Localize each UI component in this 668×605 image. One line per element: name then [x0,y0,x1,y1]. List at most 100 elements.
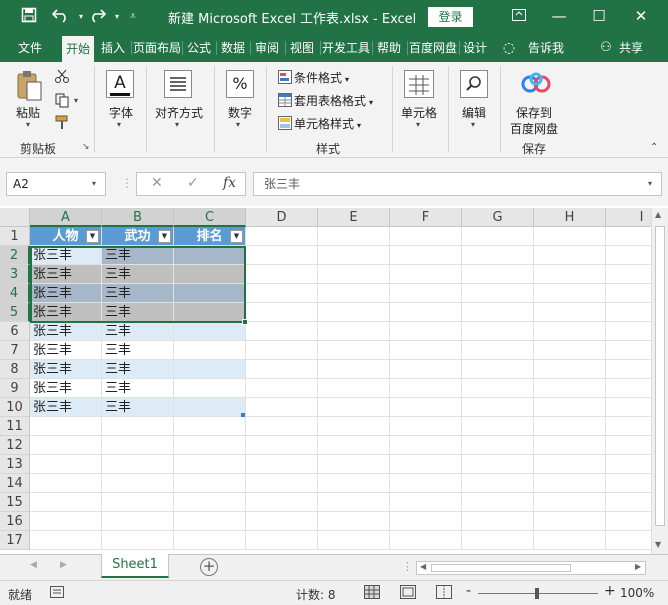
table-cell[interactable] [174,246,246,265]
empty-cell[interactable] [390,360,462,379]
table-cell[interactable]: 三丰 [102,379,174,398]
cut-icon[interactable] [54,68,70,87]
empty-cell[interactable] [462,246,534,265]
table-header-cell[interactable]: 武功 ▼ [102,227,174,246]
ribbon-display-options-icon[interactable] [504,5,534,27]
empty-cell[interactable] [390,341,462,360]
select-all-corner[interactable] [0,208,30,227]
sheet-scroll-left-icon[interactable]: ◀ [30,560,37,570]
empty-cell[interactable] [246,417,318,436]
login-button[interactable]: 登录 [428,7,473,27]
zoom-slider-knob[interactable] [535,588,539,599]
expand-formula-bar-icon[interactable]: ▾ [648,172,652,196]
empty-cell[interactable] [174,417,246,436]
table-cell[interactable] [174,398,246,417]
empty-cell[interactable] [318,455,390,474]
empty-cell[interactable] [246,493,318,512]
row-header-3[interactable]: 3 [0,265,30,284]
empty-cell[interactable] [462,341,534,360]
column-header-d[interactable]: D [246,208,318,227]
row-header-6[interactable]: 6 [0,322,30,341]
fill-handle[interactable] [242,319,248,325]
sheet-tab-sheet1[interactable]: Sheet1 [101,554,169,578]
empty-cell[interactable] [102,493,174,512]
maximize-icon[interactable]: ☐ [584,5,614,27]
empty-cell[interactable] [390,379,462,398]
empty-cell[interactable] [390,531,462,550]
row-header-4[interactable]: 4 [0,284,30,303]
empty-cell[interactable] [30,474,102,493]
empty-cell[interactable] [318,512,390,531]
empty-cell[interactable] [462,398,534,417]
empty-cell[interactable] [462,284,534,303]
row-header-10[interactable]: 10 [0,398,30,417]
filter-dropdown-icon[interactable]: ▼ [86,230,99,243]
tab-page-layout[interactable]: 页面布局 [133,34,181,62]
page-break-preview-icon[interactable] [436,585,452,602]
column-header-c[interactable]: C [174,208,246,227]
empty-cell[interactable] [318,246,390,265]
table-cell[interactable]: 三丰 [102,246,174,265]
empty-cell[interactable] [318,436,390,455]
search-icon[interactable] [460,70,488,98]
empty-cell[interactable] [30,493,102,512]
undo-icon[interactable] [50,7,72,27]
alignment-label[interactable]: 对齐方式 [155,104,203,121]
save-to-label-line1[interactable]: 保存到 [516,104,552,121]
row-header-15[interactable]: 15 [0,493,30,512]
empty-cell[interactable] [534,265,606,284]
row-header-12[interactable]: 12 [0,436,30,455]
row-header-9[interactable]: 9 [0,379,30,398]
add-sheet-button[interactable]: + [200,558,218,576]
empty-cell[interactable] [534,227,606,246]
empty-cell[interactable] [102,417,174,436]
tab-review[interactable]: 审阅 [252,34,282,62]
horizontal-scrollbar[interactable]: ◀ ▶ [416,561,646,575]
empty-cell[interactable] [102,455,174,474]
row-header-13[interactable]: 13 [0,455,30,474]
table-header-cell[interactable]: 人物 ▼ [30,227,102,246]
row-header-8[interactable]: 8 [0,360,30,379]
empty-cell[interactable] [102,512,174,531]
empty-cell[interactable] [318,360,390,379]
empty-cell[interactable] [534,322,606,341]
empty-cell[interactable] [390,436,462,455]
table-cell[interactable]: 张三丰 [30,284,102,303]
empty-cell[interactable] [246,455,318,474]
sheet-scroll-right-icon[interactable]: ▶ [60,560,67,570]
clipboard-launcher-icon[interactable]: ↘ [82,142,90,152]
lightbulb-icon[interactable]: ◌ [498,34,520,62]
insert-function-icon[interactable]: fx [223,175,236,191]
row-header-17[interactable]: 17 [0,531,30,550]
empty-cell[interactable] [246,227,318,246]
table-cell[interactable]: 三丰 [102,265,174,284]
redo-icon[interactable] [86,7,108,27]
scroll-right-icon[interactable]: ▶ [635,562,641,571]
table-cell[interactable]: 张三丰 [30,265,102,284]
save-to-label-line2[interactable]: 百度网盘 [510,120,558,137]
empty-cell[interactable] [318,474,390,493]
table-cell[interactable] [174,265,246,284]
empty-cell[interactable] [174,531,246,550]
table-header-cell[interactable]: 排名 ▼ [174,227,246,246]
empty-cell[interactable] [390,493,462,512]
table-cell[interactable]: 张三丰 [30,246,102,265]
empty-cell[interactable] [318,284,390,303]
empty-cell[interactable] [390,417,462,436]
table-cell[interactable]: 三丰 [102,303,174,322]
vertical-scrollbar[interactable]: ▲ ▼ [651,208,668,554]
table-cell[interactable]: 三丰 [102,341,174,360]
table-cell[interactable]: 张三丰 [30,379,102,398]
baidu-netdisk-icon[interactable] [520,70,552,102]
save-icon[interactable] [18,7,40,27]
close-icon[interactable]: ✕ [626,5,656,27]
row-header-5[interactable]: 5 [0,303,30,322]
alignment-icon[interactable] [164,70,192,98]
empty-cell[interactable] [462,379,534,398]
editing-dropdown-icon[interactable]: ▾ [471,120,475,129]
row-header-16[interactable]: 16 [0,512,30,531]
table-cell[interactable] [174,341,246,360]
table-cell[interactable]: 三丰 [102,398,174,417]
empty-cell[interactable] [462,436,534,455]
cell-styles-button[interactable]: 单元格样式 ▾ [278,114,361,134]
